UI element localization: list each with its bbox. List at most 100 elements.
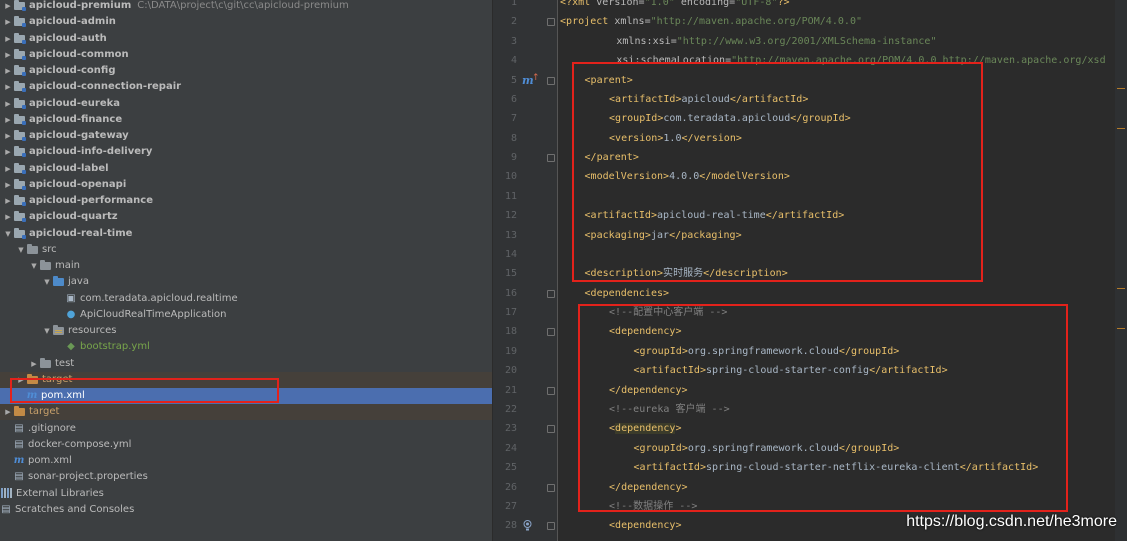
tree-item-docker-compose-yml[interactable]: ▤ docker-compose.yml <box>0 437 492 453</box>
expand-arrow-right-icon[interactable]: ▶ <box>3 31 13 47</box>
tree-item-apicloud-common[interactable]: ▶ apicloud-common <box>0 47 492 63</box>
code-line[interactable]: <!--配置中心客户端 --> <box>609 303 727 322</box>
editor-scrollbar[interactable] <box>1115 0 1127 541</box>
tree-item-scratches-and-consoles[interactable]: ▤ Scratches and Consoles <box>0 502 492 518</box>
expand-arrow-right-icon[interactable]: ▶ <box>3 404 13 420</box>
tree-item-apicloud-info-delivery[interactable]: ▶ apicloud-info-delivery <box>0 144 492 160</box>
tree-item-external-libraries[interactable]: External Libraries <box>0 486 492 502</box>
code-line[interactable]: xmlns:xsi="http://www.w3.org/2001/XMLSch… <box>616 32 936 51</box>
expand-arrow-right-icon[interactable]: ▶ <box>3 47 13 63</box>
code-line[interactable]: <artifactId>apicloud-real-time</artifact… <box>585 206 845 225</box>
expand-arrow-right-icon[interactable]: ▶ <box>3 96 13 112</box>
tree-item-com-teradata-apicloud-realtime[interactable]: ▣ com.teradata.apicloud.realtime <box>0 291 492 307</box>
tree-item-java[interactable]: ▼ java <box>0 274 492 290</box>
code-line[interactable]: <dependency> <box>609 516 682 535</box>
expand-arrow-right-icon[interactable]: ▶ <box>3 63 13 79</box>
tree-item-apicloud-config[interactable]: ▶ apicloud-config <box>0 63 492 79</box>
expand-arrow-right-icon[interactable]: ▶ <box>3 161 13 177</box>
expand-arrow-right-icon[interactable]: ▶ <box>29 356 39 372</box>
code-line[interactable]: xsi:schemaLocation="http://maven.apache.… <box>616 51 1105 70</box>
tree-item-apicloud-admin[interactable]: ▶ apicloud-admin <box>0 14 492 30</box>
code-line[interactable]: <version>1.0</version> <box>609 129 742 148</box>
expand-arrow-right-icon[interactable]: ▶ <box>3 193 13 209</box>
module-folder-icon <box>14 162 26 174</box>
fold-marker-icon[interactable] <box>547 483 555 492</box>
tree-item-target[interactable]: ▶ target <box>0 371 492 388</box>
code-line[interactable]: <modelVersion>4.0.0</modelVersion> <box>585 167 790 186</box>
tree-item-apicloud-quartz[interactable]: ▶ apicloud-quartz <box>0 209 492 225</box>
tree-item-gitignore[interactable]: ▤ .gitignore <box>0 421 492 437</box>
expand-arrow-right-icon[interactable]: ▶ <box>3 177 13 193</box>
expand-arrow-right-icon[interactable]: ▶ <box>3 79 13 95</box>
scrollbar-marker[interactable] <box>1117 328 1125 329</box>
tree-item-apicloud-gateway[interactable]: ▶ apicloud-gateway <box>0 128 492 144</box>
fold-marker-icon[interactable] <box>547 18 555 27</box>
tree-item-apicloud-connection-repair[interactable]: ▶ apicloud-connection-repair <box>0 79 492 95</box>
expand-arrow-down-icon[interactable]: ▼ <box>42 274 52 290</box>
tree-item-pom-xml[interactable]: m pom.xml <box>0 453 492 469</box>
code-editor[interactable]: <?xml version="1.0" encoding="UTF-8"?> <p… <box>558 0 1115 541</box>
code-line[interactable]: <dependencies> <box>585 284 670 303</box>
code-line[interactable]: <artifactId>spring-cloud-starter-netflix… <box>634 458 1039 477</box>
tree-item-test[interactable]: ▶ test <box>0 356 492 372</box>
tree-item-apicloudrealtimeapplication[interactable]: ● ApiCloudRealTimeApplication <box>0 307 492 323</box>
code-line[interactable]: <dependency> <box>609 419 682 438</box>
dependency-action-icon[interactable] <box>523 520 532 531</box>
code-line[interactable]: <!--数据操作 --> <box>609 497 697 516</box>
scrollbar-marker[interactable] <box>1117 288 1125 289</box>
expand-arrow-right-icon[interactable]: ▶ <box>3 209 13 225</box>
code-line[interactable]: <project xmlns="http://maven.apache.org/… <box>560 12 862 31</box>
tree-item-apicloud-label[interactable]: ▶ apicloud-label <box>0 161 492 177</box>
tree-item-apicloud-performance[interactable]: ▶ apicloud-performance <box>0 193 492 209</box>
expand-arrow-down-icon[interactable]: ▼ <box>29 258 39 274</box>
tree-item-apicloud-openapi[interactable]: ▶ apicloud-openapi <box>0 177 492 193</box>
code-line[interactable]: <groupId>org.springframework.cloud</grou… <box>634 439 900 458</box>
expand-arrow-down-icon[interactable]: ▼ <box>3 226 13 242</box>
line-number: 22 <box>504 403 517 415</box>
scrollbar-marker[interactable] <box>1117 88 1125 89</box>
code-line[interactable]: <artifactId>apicloud</artifactId> <box>609 90 808 109</box>
tree-item-pom-xml[interactable]: m pom.xml <box>0 388 492 404</box>
code-line[interactable]: <parent> <box>585 71 633 90</box>
tree-item-main[interactable]: ▼ main <box>0 258 492 274</box>
scrollbar-marker[interactable] <box>1117 128 1125 129</box>
code-line[interactable]: <dependency> <box>609 322 682 341</box>
tree-item-bootstrap-yml[interactable]: ◆ bootstrap.yml <box>0 339 492 355</box>
code-line[interactable]: <artifactId>spring-cloud-starter-config<… <box>634 361 948 380</box>
fold-marker-icon[interactable] <box>547 289 555 298</box>
navigate-up-icon[interactable]: ↑ <box>532 73 540 83</box>
tree-item-target[interactable]: ▶ target <box>0 404 492 421</box>
tree-item-src[interactable]: ▼ src <box>0 242 492 258</box>
code-line[interactable]: <packaging>jar</packaging> <box>585 226 742 245</box>
code-line[interactable]: <description>实时服务</description> <box>585 264 788 283</box>
fold-marker-icon[interactable] <box>547 386 555 395</box>
expand-arrow-right-icon[interactable]: ▶ <box>3 0 13 14</box>
project-tree-panel[interactable]: ▶ apicloud-premium C:\DATA\project\c\git\c… <box>0 0 492 541</box>
fold-marker-icon[interactable] <box>547 76 555 85</box>
tree-item-apicloud-premium[interactable]: ▶ apicloud-premium C:\DATA\project\c\git\c… <box>0 0 492 14</box>
tree-item-apicloud-finance[interactable]: ▶ apicloud-finance <box>0 112 492 128</box>
expand-arrow-down-icon[interactable]: ▼ <box>42 323 52 339</box>
code-line[interactable]: <!--eureka 客户端 --> <box>609 400 730 419</box>
code-line[interactable]: <?xml version="1.0" encoding="UTF-8"?> <box>560 0 790 12</box>
code-line[interactable]: <groupId>com.teradata.apicloud</groupId> <box>609 109 851 128</box>
code-line[interactable]: </dependency> <box>609 381 688 400</box>
expand-arrow-down-icon[interactable]: ▼ <box>16 242 26 258</box>
tree-item-sonar-project-properties[interactable]: ▤ sonar-project.properties <box>0 469 492 485</box>
tree-item-apicloud-eureka[interactable]: ▶ apicloud-eureka <box>0 96 492 112</box>
code-line[interactable]: </parent> <box>585 148 639 167</box>
code-line[interactable]: <groupId>org.springframework.cloud</grou… <box>634 342 900 361</box>
expand-arrow-right-icon[interactable]: ▶ <box>3 112 13 128</box>
expand-arrow-right-icon[interactable]: ▶ <box>16 372 26 388</box>
tree-item-apicloud-auth[interactable]: ▶ apicloud-auth <box>0 31 492 47</box>
tree-item-apicloud-real-time[interactable]: ▼ apicloud-real-time <box>0 226 492 242</box>
expand-arrow-right-icon[interactable]: ▶ <box>3 14 13 30</box>
tree-item-resources[interactable]: ▼ resources <box>0 323 492 339</box>
fold-marker-icon[interactable] <box>547 425 555 434</box>
fold-marker-icon[interactable] <box>547 522 555 531</box>
expand-arrow-right-icon[interactable]: ▶ <box>3 128 13 144</box>
expand-arrow-right-icon[interactable]: ▶ <box>3 144 13 160</box>
code-line[interactable]: </dependency> <box>609 478 688 497</box>
fold-marker-icon[interactable] <box>547 328 555 337</box>
fold-marker-icon[interactable] <box>547 154 555 163</box>
